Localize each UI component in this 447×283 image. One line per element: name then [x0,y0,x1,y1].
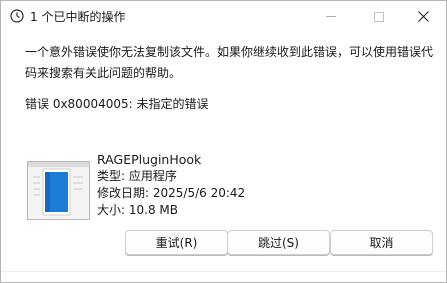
error-message: 一个意外错误使你无法复制该文件。如果你继续收到此错误，可以使用错误代码来搜索有关… [25,45,434,80]
retry-button[interactable]: 重试(R) [125,230,228,255]
clock-icon [10,9,24,23]
file-name: RAGEPluginHook [97,152,202,167]
title-bar[interactable]: 1 个已中断的操作 [1,1,446,32]
divider [1,271,446,272]
file-modified-date: 修改日期: 2025/5/6 20:42 [97,186,246,200]
close-icon [417,11,429,22]
minimize-icon [326,16,336,17]
window-title: 1 个已中断的操作 [30,10,126,24]
file-details: RAGEPluginHook 类型: 应用程序 修改日期: 2025/5/6 2… [97,151,245,219]
close-button[interactable] [400,1,446,32]
cancel-button[interactable]: 取消 [330,230,433,255]
maximize-icon [374,11,384,22]
error-code-text: 错误 0x80004005: 未指定的错误 [25,97,209,111]
file-size: 大小: 10.8 MB [97,203,178,217]
error-dialog-window: 1 个已中断的操作 一个意外错误使你无法复制该文件。如果你继续收到此错误，可以使… [0,0,447,283]
minimize-button[interactable] [308,1,354,32]
file-type: 类型: 应用程序 [97,169,177,183]
skip-button[interactable]: 跳过(S) [227,230,330,255]
application-file-icon [27,161,90,220]
maximize-button[interactable] [356,1,402,32]
